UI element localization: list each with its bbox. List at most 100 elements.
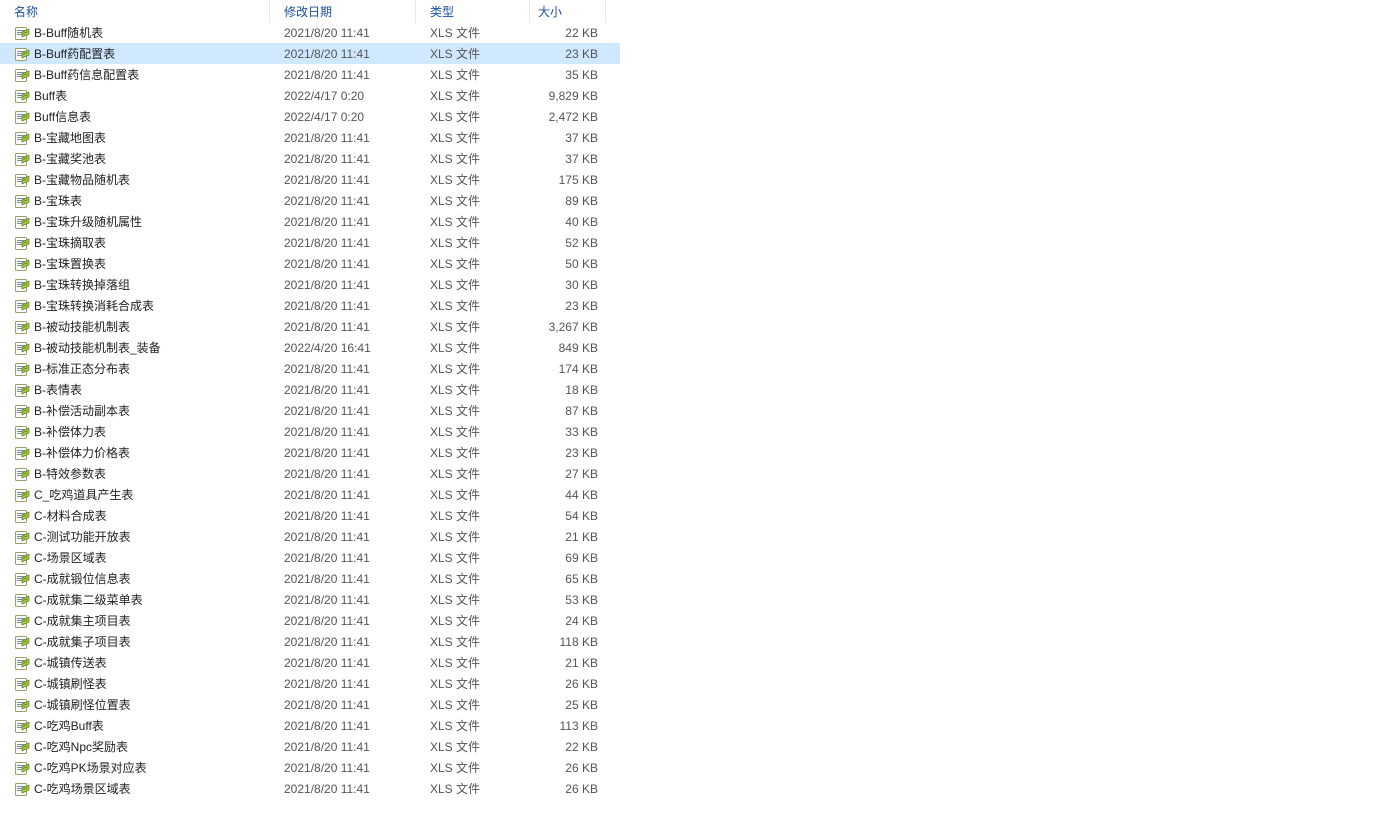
file-name-cell[interactable]: C-吃鸡Npc奖励表 bbox=[0, 738, 270, 755]
file-name-cell[interactable]: C_吃鸡道具产生表 bbox=[0, 486, 270, 503]
file-name-cell[interactable]: B-特效参数表 bbox=[0, 465, 270, 482]
file-row[interactable]: B-宝藏地图表2021/8/20 11:41XLS 文件37 KB bbox=[0, 127, 620, 148]
file-row[interactable]: B-被动技能机制表2021/8/20 11:41XLS 文件3,267 KB bbox=[0, 316, 620, 337]
column-header-type[interactable]: 类型 bbox=[416, 0, 530, 23]
xls-file-icon bbox=[14, 613, 30, 629]
file-name-cell[interactable]: C-成就锻位信息表 bbox=[0, 570, 270, 587]
file-row[interactable]: B-Buff药信息配置表2021/8/20 11:41XLS 文件35 KB bbox=[0, 64, 620, 85]
file-type-cell: XLS 文件 bbox=[416, 675, 530, 692]
file-row[interactable]: C-城镇传送表2021/8/20 11:41XLS 文件21 KB bbox=[0, 652, 620, 673]
file-row[interactable]: C-场景区域表2021/8/20 11:41XLS 文件69 KB bbox=[0, 547, 620, 568]
file-row[interactable]: C-吃鸡Buff表2021/8/20 11:41XLS 文件113 KB bbox=[0, 715, 620, 736]
file-name-cell[interactable]: C-吃鸡场景区域表 bbox=[0, 780, 270, 797]
xls-file-icon bbox=[14, 256, 30, 272]
file-row[interactable]: C-成就集主项目表2021/8/20 11:41XLS 文件24 KB bbox=[0, 610, 620, 631]
file-name-cell[interactable]: B-宝珠转换消耗合成表 bbox=[0, 297, 270, 314]
file-name-cell[interactable]: B-Buff药配置表 bbox=[0, 45, 270, 62]
file-row[interactable]: C-材料合成表2021/8/20 11:41XLS 文件54 KB bbox=[0, 505, 620, 526]
file-row[interactable]: B-补偿体力表2021/8/20 11:41XLS 文件33 KB bbox=[0, 421, 620, 442]
file-row[interactable]: B-宝珠转换消耗合成表2021/8/20 11:41XLS 文件23 KB bbox=[0, 295, 620, 316]
file-row[interactable]: B-被动技能机制表_装备2022/4/20 16:41XLS 文件849 KB bbox=[0, 337, 620, 358]
file-name-cell[interactable]: B-宝藏物品随机表 bbox=[0, 171, 270, 188]
file-row[interactable]: C_吃鸡道具产生表2021/8/20 11:41XLS 文件44 KB bbox=[0, 484, 620, 505]
file-row[interactable]: C-成就集二级菜单表2021/8/20 11:41XLS 文件53 KB bbox=[0, 589, 620, 610]
xls-file-icon bbox=[14, 781, 30, 797]
file-name-cell[interactable]: C-成就集二级菜单表 bbox=[0, 591, 270, 608]
file-name-cell[interactable]: C-吃鸡Buff表 bbox=[0, 717, 270, 734]
file-row[interactable]: C-吃鸡场景区域表2021/8/20 11:41XLS 文件26 KB bbox=[0, 778, 620, 799]
file-date-cell: 2021/8/20 11:41 bbox=[270, 656, 416, 670]
file-name-cell[interactable]: C-城镇刷怪表 bbox=[0, 675, 270, 692]
file-row[interactable]: B-宝珠转换掉落组2021/8/20 11:41XLS 文件30 KB bbox=[0, 274, 620, 295]
file-row[interactable]: B-补偿活动副本表2021/8/20 11:41XLS 文件87 KB bbox=[0, 400, 620, 421]
file-row[interactable]: B-特效参数表2021/8/20 11:41XLS 文件27 KB bbox=[0, 463, 620, 484]
file-date-cell: 2021/8/20 11:41 bbox=[270, 572, 416, 586]
file-row[interactable]: C-成就集子项目表2021/8/20 11:41XLS 文件118 KB bbox=[0, 631, 620, 652]
column-header-name[interactable]: 名称 bbox=[0, 0, 270, 23]
file-name-cell[interactable]: C-材料合成表 bbox=[0, 507, 270, 524]
file-date-cell: 2021/8/20 11:41 bbox=[270, 782, 416, 796]
file-row[interactable]: B-Buff随机表2021/8/20 11:41XLS 文件22 KB bbox=[0, 22, 620, 43]
file-name-cell[interactable]: B-标准正态分布表 bbox=[0, 360, 270, 377]
file-name-cell[interactable]: C-测试功能开放表 bbox=[0, 528, 270, 545]
file-name-cell[interactable]: B-宝珠升级随机属性 bbox=[0, 213, 270, 230]
file-name-cell[interactable]: Buff信息表 bbox=[0, 108, 270, 125]
file-name-cell[interactable]: B-被动技能机制表_装备 bbox=[0, 339, 270, 356]
file-name-label: C-材料合成表 bbox=[34, 507, 107, 524]
file-row[interactable]: C-测试功能开放表2021/8/20 11:41XLS 文件21 KB bbox=[0, 526, 620, 547]
file-row[interactable]: C-城镇刷怪位置表2021/8/20 11:41XLS 文件25 KB bbox=[0, 694, 620, 715]
file-size-cell: 65 KB bbox=[530, 572, 606, 586]
file-date-cell: 2021/8/20 11:41 bbox=[270, 677, 416, 691]
file-name-cell[interactable]: B-宝藏地图表 bbox=[0, 129, 270, 146]
file-name-cell[interactable]: Buff表 bbox=[0, 87, 270, 104]
file-name-cell[interactable]: C-成就集主项目表 bbox=[0, 612, 270, 629]
file-name-label: C-吃鸡Npc奖励表 bbox=[34, 738, 128, 755]
column-header-date[interactable]: 修改日期 bbox=[270, 0, 416, 23]
file-name-cell[interactable]: B-宝藏奖池表 bbox=[0, 150, 270, 167]
file-name-cell[interactable]: B-宝珠表 bbox=[0, 192, 270, 209]
file-name-cell[interactable]: C-吃鸡PK场景对应表 bbox=[0, 759, 270, 776]
file-name-cell[interactable]: B-Buff随机表 bbox=[0, 24, 270, 41]
file-name-label: C-城镇传送表 bbox=[34, 654, 107, 671]
file-name-cell[interactable]: B-宝珠摘取表 bbox=[0, 234, 270, 251]
file-type-cell: XLS 文件 bbox=[416, 570, 530, 587]
file-name-cell[interactable]: B-宝珠转换掉落组 bbox=[0, 276, 270, 293]
file-name-cell[interactable]: B-补偿体力表 bbox=[0, 423, 270, 440]
xls-file-icon bbox=[14, 67, 30, 83]
file-type-cell: XLS 文件 bbox=[416, 549, 530, 566]
column-header-size[interactable]: 大小 bbox=[530, 0, 606, 23]
file-name-label: B-Buff药信息配置表 bbox=[34, 66, 139, 83]
file-row[interactable]: Buff信息表2022/4/17 0:20XLS 文件2,472 KB bbox=[0, 106, 620, 127]
file-type-cell: XLS 文件 bbox=[416, 633, 530, 650]
file-name-cell[interactable]: B-补偿体力价格表 bbox=[0, 444, 270, 461]
xls-file-icon bbox=[14, 277, 30, 293]
file-row[interactable]: B-宝珠置换表2021/8/20 11:41XLS 文件50 KB bbox=[0, 253, 620, 274]
file-row[interactable]: B-Buff药配置表2021/8/20 11:41XLS 文件23 KB bbox=[0, 43, 620, 64]
file-name-cell[interactable]: B-被动技能机制表 bbox=[0, 318, 270, 335]
file-row[interactable]: B-宝藏物品随机表2021/8/20 11:41XLS 文件175 KB bbox=[0, 169, 620, 190]
file-row[interactable]: B-宝珠升级随机属性2021/8/20 11:41XLS 文件40 KB bbox=[0, 211, 620, 232]
file-row[interactable]: B-宝珠摘取表2021/8/20 11:41XLS 文件52 KB bbox=[0, 232, 620, 253]
file-row[interactable]: Buff表2022/4/17 0:20XLS 文件9,829 KB bbox=[0, 85, 620, 106]
file-name-cell[interactable]: C-场景区域表 bbox=[0, 549, 270, 566]
file-row[interactable]: C-成就锻位信息表2021/8/20 11:41XLS 文件65 KB bbox=[0, 568, 620, 589]
file-name-label: B-标准正态分布表 bbox=[34, 360, 130, 377]
file-row[interactable]: B-宝珠表2021/8/20 11:41XLS 文件89 KB bbox=[0, 190, 620, 211]
file-name-cell[interactable]: B-宝珠置换表 bbox=[0, 255, 270, 272]
file-row[interactable]: C-城镇刷怪表2021/8/20 11:41XLS 文件26 KB bbox=[0, 673, 620, 694]
file-list-body: B-Buff随机表2021/8/20 11:41XLS 文件22 KBB-Buf… bbox=[0, 22, 620, 799]
file-name-cell[interactable]: C-成就集子项目表 bbox=[0, 633, 270, 650]
file-row[interactable]: C-吃鸡Npc奖励表2021/8/20 11:41XLS 文件22 KB bbox=[0, 736, 620, 757]
file-name-cell[interactable]: C-城镇传送表 bbox=[0, 654, 270, 671]
file-row[interactable]: B-补偿体力价格表2021/8/20 11:41XLS 文件23 KB bbox=[0, 442, 620, 463]
file-row[interactable]: B-标准正态分布表2021/8/20 11:41XLS 文件174 KB bbox=[0, 358, 620, 379]
file-size-cell: 175 KB bbox=[530, 173, 606, 187]
file-name-cell[interactable]: B-表情表 bbox=[0, 381, 270, 398]
file-row[interactable]: B-宝藏奖池表2021/8/20 11:41XLS 文件37 KB bbox=[0, 148, 620, 169]
file-name-cell[interactable]: B-补偿活动副本表 bbox=[0, 402, 270, 419]
file-name-cell[interactable]: C-城镇刷怪位置表 bbox=[0, 696, 270, 713]
file-row[interactable]: C-吃鸡PK场景对应表2021/8/20 11:41XLS 文件26 KB bbox=[0, 757, 620, 778]
file-name-cell[interactable]: B-Buff药信息配置表 bbox=[0, 66, 270, 83]
file-row[interactable]: B-表情表2021/8/20 11:41XLS 文件18 KB bbox=[0, 379, 620, 400]
file-date-cell: 2021/8/20 11:41 bbox=[270, 236, 416, 250]
